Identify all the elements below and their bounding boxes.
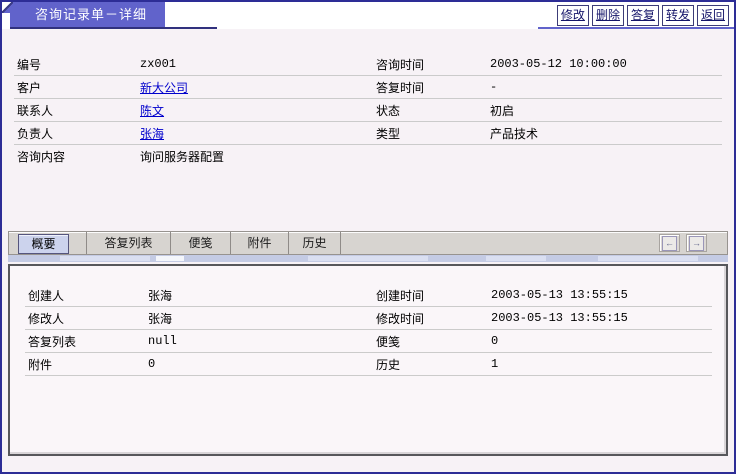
summary-row: 答复列表 null 便笺 0: [25, 330, 712, 353]
field-value-reply-time: -: [490, 80, 722, 94]
header-bar: 咨询记录单－详细 修改 删除 答复 转发 返回: [2, 2, 734, 29]
field-value-attachments-count: 0: [148, 357, 373, 371]
field-label-number: 编号: [14, 56, 140, 73]
tab-notes[interactable]: 便笺: [171, 232, 231, 254]
field-label-reply-time: 答复时间: [373, 79, 490, 96]
summary-row: 创建人 张海 创建时间 2003-05-13 13:55:15: [25, 284, 712, 307]
form-row: 编号 zx001 咨询时间 2003-05-12 10:00:00: [14, 53, 722, 76]
owner-link[interactable]: 张海: [140, 127, 164, 141]
field-value-creator: 张海: [148, 287, 373, 304]
contact-link[interactable]: 陈文: [140, 104, 164, 118]
left-arrow-icon: ←: [662, 236, 677, 251]
tab-reply-list[interactable]: 答复列表: [86, 232, 171, 254]
field-label-modifier: 修改人: [25, 310, 148, 327]
tab-scroll-left-button[interactable]: ←: [659, 234, 680, 252]
consultation-detail-window: 咨询记录单－详细 修改 删除 答复 转发 返回 编号 zx001 咨询时间 20…: [0, 0, 736, 474]
field-value-history-count: 1: [491, 357, 712, 371]
field-label-type: 类型: [373, 125, 490, 142]
form-row: 客户 新大公司 答复时间 -: [14, 76, 722, 99]
tab-attachments[interactable]: 附件: [231, 232, 289, 254]
field-label-content: 咨询内容: [14, 148, 140, 165]
summary-row: 修改人 张海 修改时间 2003-05-13 13:55:15: [25, 307, 712, 330]
field-value-notes-count: 0: [491, 334, 712, 348]
detail-form: 编号 zx001 咨询时间 2003-05-12 10:00:00 客户 新大公…: [14, 53, 722, 167]
strip-segment: [156, 256, 184, 261]
field-label-status: 状态: [373, 102, 490, 119]
form-row: 负责人 张海 类型 产品技术: [14, 122, 722, 145]
field-value-consult-time: 2003-05-12 10:00:00: [490, 57, 722, 71]
summary-rows: 创建人 张海 创建时间 2003-05-13 13:55:15 修改人 张海 修…: [25, 284, 712, 376]
summary-panel: 创建人 张海 创建时间 2003-05-13 13:55:15 修改人 张海 修…: [8, 264, 728, 456]
delete-button[interactable]: 删除: [592, 5, 624, 26]
field-label-modify-time: 修改时间: [373, 310, 491, 327]
field-label-attachments-count: 附件: [25, 356, 148, 373]
field-value-reply-list: null: [148, 334, 373, 348]
tab-history[interactable]: 历史: [289, 232, 341, 254]
field-label-notes-count: 便笺: [373, 333, 491, 350]
forward-button[interactable]: 转发: [662, 5, 694, 26]
tab-gap: [69, 232, 86, 254]
tab-scroll-controls: ← →: [659, 232, 707, 254]
summary-row: 附件 0 历史 1: [25, 353, 712, 376]
form-row: 咨询内容 询问服务器配置: [14, 145, 722, 167]
field-label-create-time: 创建时间: [373, 287, 491, 304]
title-underline: [10, 27, 217, 29]
field-value-content: 询问服务器配置: [140, 148, 373, 165]
field-label-creator: 创建人: [25, 287, 148, 304]
field-value-modifier: 张海: [148, 310, 373, 327]
modify-button[interactable]: 修改: [557, 5, 589, 26]
field-value-number: zx001: [140, 57, 373, 71]
tab-bar: 概要 答复列表 便笺 附件 历史 ← →: [8, 231, 728, 255]
reply-button[interactable]: 答复: [627, 5, 659, 26]
field-value-modify-time: 2003-05-13 13:55:15: [491, 311, 712, 325]
field-value-type: 产品技术: [490, 125, 722, 142]
header-accent-line: [538, 27, 734, 29]
toolbar: 修改 删除 答复 转发 返回: [557, 5, 729, 26]
page-title: 咨询记录单－详细: [10, 2, 165, 27]
field-label-history-count: 历史: [373, 356, 491, 373]
tab-scrollbar-strip: [8, 255, 728, 262]
field-label-customer: 客户: [14, 79, 140, 96]
strip-segment: [308, 256, 428, 261]
strip-segment: [486, 256, 546, 261]
customer-link[interactable]: 新大公司: [140, 81, 188, 95]
folded-corner-icon: [2, 2, 13, 13]
field-value-create-time: 2003-05-13 13:55:15: [491, 288, 712, 302]
field-label-reply-list: 答复列表: [25, 333, 148, 350]
tab-summary[interactable]: 概要: [18, 234, 69, 254]
form-row: 联系人 陈文 状态 初启: [14, 99, 722, 122]
tab-scroll-right-button[interactable]: →: [686, 234, 707, 252]
field-value-status: 初启: [490, 102, 722, 119]
right-arrow-icon: →: [689, 236, 704, 251]
strip-segment: [598, 256, 698, 261]
back-button[interactable]: 返回: [697, 5, 729, 26]
strip-segment: [60, 256, 150, 261]
field-label-owner: 负责人: [14, 125, 140, 142]
field-label-contact: 联系人: [14, 102, 140, 119]
field-label-consult-time: 咨询时间: [373, 56, 490, 73]
